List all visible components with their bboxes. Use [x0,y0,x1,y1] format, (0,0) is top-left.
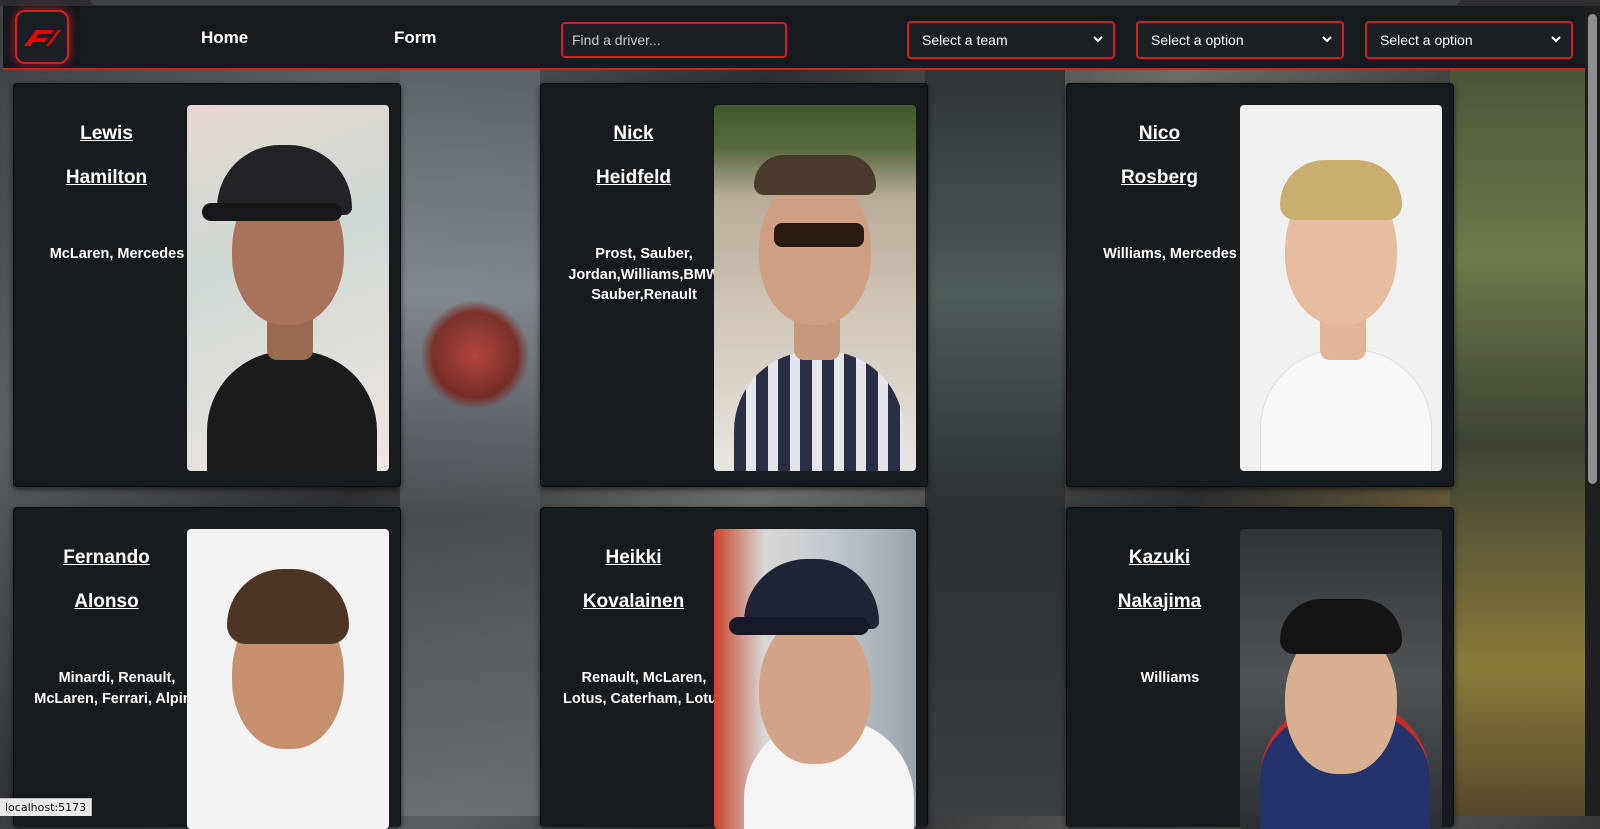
f1-logo-icon [24,30,61,46]
driver-photo [714,529,916,829]
driver-photo [187,105,389,471]
background-car [420,300,530,410]
filter-select-3-value: Select a option [1380,32,1473,48]
driver-teams: Williams [1140,670,1200,686]
scrollbar-thumb[interactable] [1588,14,1597,484]
team-select-value: Select a team [922,32,1008,48]
driver-first-name: Heikki [605,547,662,568]
driver-card[interactable]: Nick Heidfeld Prost, Sauber, Jordan,Will… [540,83,928,487]
chevron-down-icon [1093,36,1103,43]
driver-name-link[interactable]: Nico Rosberg [1067,112,1252,200]
driver-first-name: Kazuki [1128,547,1191,568]
team-select[interactable]: Select a team [907,21,1115,59]
filter-select-3[interactable]: Select a option [1365,21,1573,59]
chevron-down-icon [1322,36,1332,43]
driver-teams: Prost, Sauber, Jordan,Williams,BMW Saube… [568,246,720,303]
driver-photo [1240,529,1442,829]
driver-first-name: Nico [1138,123,1181,144]
background-track-panel [925,70,1065,816]
background-track-panel [1450,70,1600,816]
driver-name-link[interactable]: Lewis Hamilton [14,112,199,200]
driver-photo [714,105,916,471]
driver-first-name: Lewis [80,123,133,144]
driver-last-name: Nakajima [1117,591,1202,612]
driver-last-name: Rosberg [1120,167,1199,188]
driver-card[interactable]: Nico Rosberg Williams, Mercedes [1066,83,1454,487]
driver-last-name: Hamilton [65,167,148,188]
driver-teams: Minardi, Renault, McLaren, Ferrari, Alpi… [34,670,200,707]
filter-select-2-value: Select a option [1151,32,1244,48]
driver-name-link[interactable]: Nick Heidfeld [541,112,726,200]
background-track-panel [400,70,540,816]
chevron-down-icon [1551,36,1561,43]
filter-select-2[interactable]: Select a option [1136,21,1344,59]
driver-last-name: Heidfeld [596,167,671,188]
driver-last-name: Alonso [74,591,139,612]
driver-search-input[interactable] [561,22,787,58]
driver-name-link[interactable]: Fernando Alonso [14,536,199,624]
driver-name-link[interactable]: Kazuki Nakajima [1067,536,1252,624]
driver-card[interactable]: Lewis Hamilton McLaren, Mercedes [13,83,401,487]
driver-teams: McLaren, Mercedes [49,246,185,262]
driver-card[interactable]: Fernando Alonso Minardi, Renault, McLare… [13,507,401,829]
driver-first-name: Nick [613,123,654,144]
nav-link-home[interactable]: Home [201,28,248,48]
link-status-bar: localhost:5173 [0,798,93,816]
driver-photo [187,529,389,829]
driver-last-name: Kovalainen [582,591,685,612]
navbar: Home Form Select a team Select a option … [3,6,1585,70]
nav-link-form[interactable]: Form [394,28,437,48]
driver-first-name: Fernando [63,547,150,568]
driver-card[interactable]: Heikki Kovalainen Renault, McLaren, Lotu… [540,507,928,829]
page-scrollbar[interactable] [1585,6,1600,816]
driver-name-link[interactable]: Heikki Kovalainen [541,536,726,624]
f1-logo[interactable] [15,10,69,64]
driver-teams: Williams, Mercedes [1103,246,1237,262]
driver-teams: Renault, McLaren, Lotus, Caterham, Lotus [563,670,725,707]
driver-photo [1240,105,1442,471]
driver-card[interactable]: Kazuki Nakajima Williams [1066,507,1454,829]
